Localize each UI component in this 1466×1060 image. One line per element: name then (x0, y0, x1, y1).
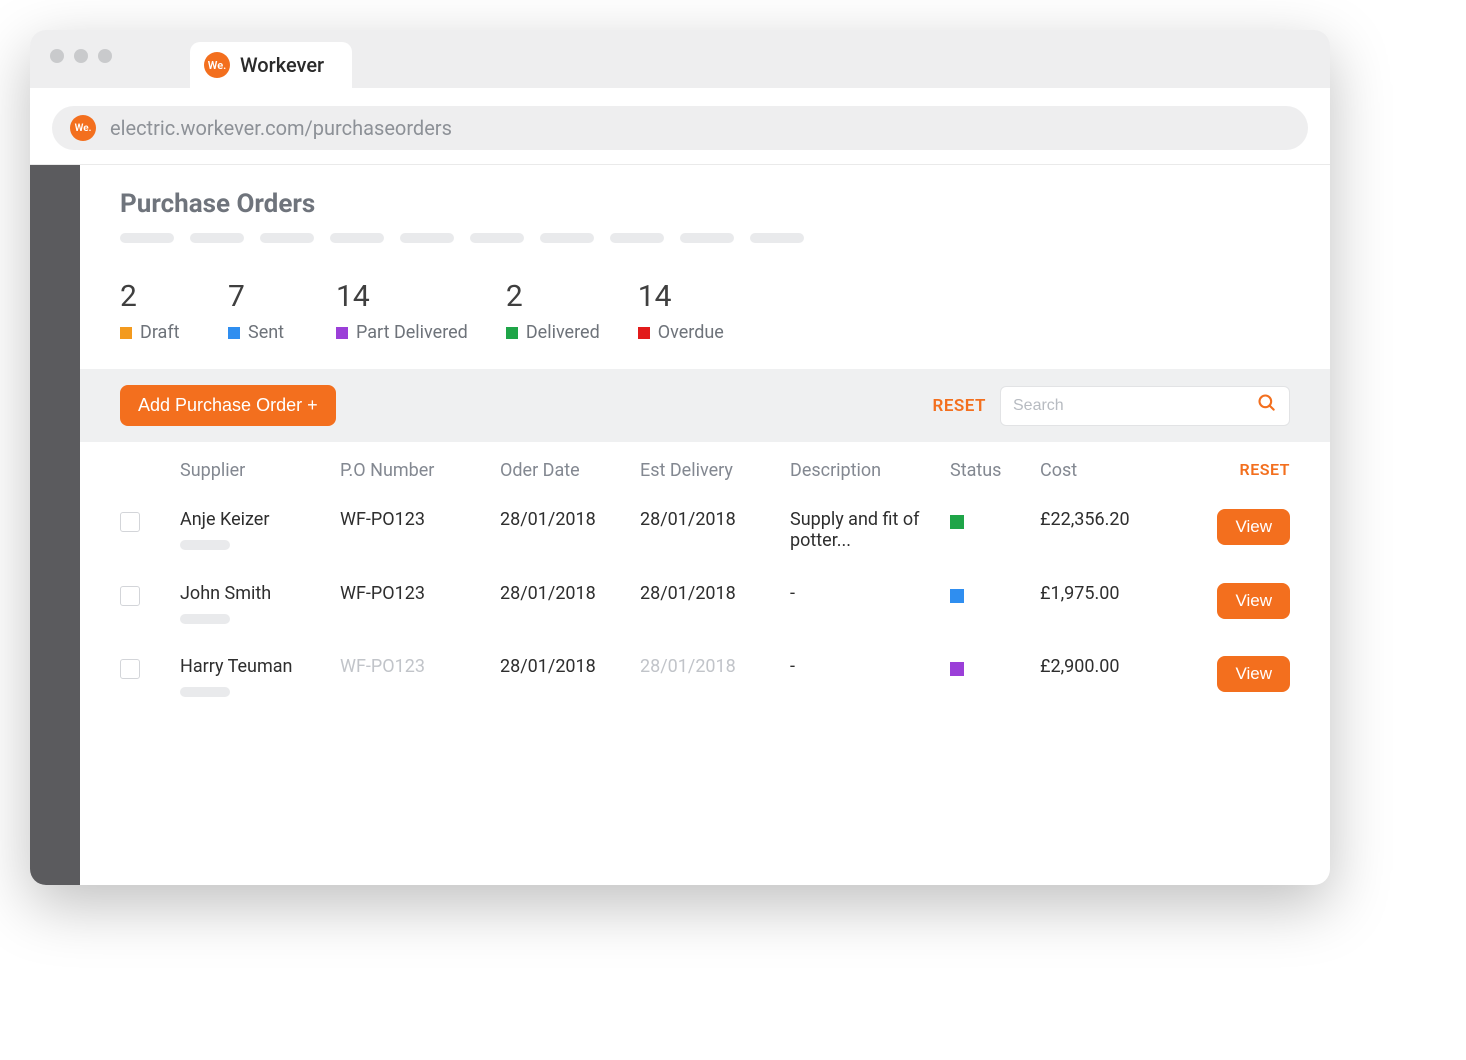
status-stat[interactable]: 7 Sent (228, 279, 298, 343)
sidebar (30, 165, 80, 885)
cell-order-date: 28/01/2018 (500, 656, 630, 677)
col-reset-button[interactable]: RESET (1190, 460, 1290, 493)
stat-label: Overdue (658, 322, 724, 343)
cell-po-number: WF-PO123 (340, 509, 490, 530)
status-stat[interactable]: 14 Part Delivered (336, 279, 468, 343)
status-indicator-icon (950, 589, 964, 603)
browser-tab[interactable]: We. Workever (190, 42, 352, 88)
tab-title: Workever (240, 53, 324, 77)
status-summary: 2 Draft 7 Sent 14 Part Delivered 2 Delivered 14 O… (80, 253, 1330, 369)
cell-order-date: 28/01/2018 (500, 509, 630, 530)
stat-label: Sent (248, 322, 284, 343)
tab-logo-icon: We. (204, 52, 230, 78)
stat-label: Draft (140, 322, 180, 343)
cell-est-delivery: 28/01/2018 (640, 656, 780, 677)
cell-description: - (790, 656, 940, 677)
table-header-row: Supplier P.O Number Oder Date Est Delive… (120, 460, 1290, 495)
page-title: Purchase Orders (120, 189, 1290, 219)
col-supplier[interactable]: Supplier (180, 460, 330, 495)
status-indicator-icon (950, 515, 964, 529)
cell-status (950, 656, 1030, 676)
cell-supplier: John Smith (180, 583, 330, 624)
window-control-dot[interactable] (74, 49, 88, 63)
cell-status (950, 509, 1030, 529)
cell-est-delivery: 28/01/2018 (640, 583, 780, 604)
cell-est-delivery: 28/01/2018 (640, 509, 780, 530)
cell-description: - (790, 583, 940, 604)
stat-label: Delivered (526, 322, 600, 343)
purchase-orders-table: Supplier P.O Number Oder Date Est Delive… (80, 442, 1330, 775)
window-control-dot[interactable] (50, 49, 64, 63)
cell-order-date: 28/01/2018 (500, 583, 630, 604)
supplier-sub-skeleton (180, 540, 230, 550)
cell-supplier: Harry Teuman (180, 656, 330, 697)
status-swatch-icon (120, 327, 132, 339)
cell-po-number: WF-PO123 (340, 583, 490, 604)
status-swatch-icon (336, 327, 348, 339)
status-swatch-icon (638, 327, 650, 339)
stat-count: 14 (638, 279, 724, 314)
stat-count: 14 (336, 279, 468, 314)
col-cost[interactable]: Cost (1040, 460, 1180, 495)
table-row: Harry Teuman WF-PO123 28/01/2018 28/01/2018… (120, 642, 1290, 715)
col-po-number[interactable]: P.O Number (340, 460, 490, 495)
col-order-date[interactable]: Oder Date (500, 460, 630, 495)
view-button[interactable]: View (1217, 656, 1290, 692)
view-button[interactable]: View (1217, 509, 1290, 545)
stat-count: 7 (228, 279, 298, 314)
table-row: Anje Keizer WF-PO123 28/01/2018 28/01/2018 S… (120, 495, 1290, 569)
row-checkbox[interactable] (120, 586, 140, 606)
toolbar: Add Purchase Order + RESET (80, 369, 1330, 442)
url-logo-icon: We. (70, 115, 96, 141)
status-indicator-icon (950, 662, 964, 676)
reset-button[interactable]: RESET (933, 396, 986, 416)
cell-supplier: Anje Keizer (180, 509, 330, 550)
browser-titlebar: We. Workever (30, 30, 1330, 88)
search-icon[interactable] (1257, 393, 1277, 418)
window-controls (50, 49, 112, 63)
urlbar-container: We. electric.workever.com/purchaseorders (30, 88, 1330, 165)
row-checkbox[interactable] (120, 659, 140, 679)
cell-description: Supply and fit of potter... (790, 509, 940, 551)
cell-po-number: WF-PO123 (340, 656, 490, 677)
stat-label: Part Delivered (356, 322, 468, 343)
col-est-delivery[interactable]: Est Delivery (640, 460, 780, 495)
col-status[interactable]: Status (950, 460, 1030, 495)
search-input[interactable] (1013, 397, 1257, 415)
window-control-dot[interactable] (98, 49, 112, 63)
supplier-sub-skeleton (180, 614, 230, 624)
main-content: Purchase Orders 2 Draft 7 Sent 14 Part Delive… (80, 165, 1330, 885)
app-window: We. Workever We. electric.workever.com/p… (30, 30, 1330, 885)
status-stat[interactable]: 14 Overdue (638, 279, 724, 343)
app-body: Purchase Orders 2 Draft 7 Sent 14 Part Delive… (30, 165, 1330, 885)
status-swatch-icon (228, 327, 240, 339)
stat-count: 2 (120, 279, 190, 314)
search-box[interactable] (1000, 386, 1290, 426)
breadcrumb-skeleton (120, 233, 1290, 243)
status-stat[interactable]: 2 Delivered (506, 279, 600, 343)
col-description[interactable]: Description (790, 460, 940, 495)
view-button[interactable]: View (1217, 583, 1290, 619)
status-swatch-icon (506, 327, 518, 339)
cell-cost: £1,975.00 (1040, 583, 1180, 604)
cell-status (950, 583, 1030, 603)
table-row: John SmithWF-PO12328/01/201828/01/2018-£… (120, 569, 1290, 642)
url-text: electric.workever.com/purchaseorders (110, 116, 452, 140)
status-stat[interactable]: 2 Draft (120, 279, 190, 343)
stat-count: 2 (506, 279, 600, 314)
cell-cost: £22,356.20 (1040, 509, 1180, 530)
cell-cost: £2,900.00 (1040, 656, 1180, 677)
section-header: Purchase Orders (80, 165, 1330, 253)
add-purchase-order-button[interactable]: Add Purchase Order + (120, 385, 336, 426)
supplier-sub-skeleton (180, 687, 230, 697)
row-checkbox[interactable] (120, 512, 140, 532)
url-bar[interactable]: We. electric.workever.com/purchaseorders (52, 106, 1308, 150)
